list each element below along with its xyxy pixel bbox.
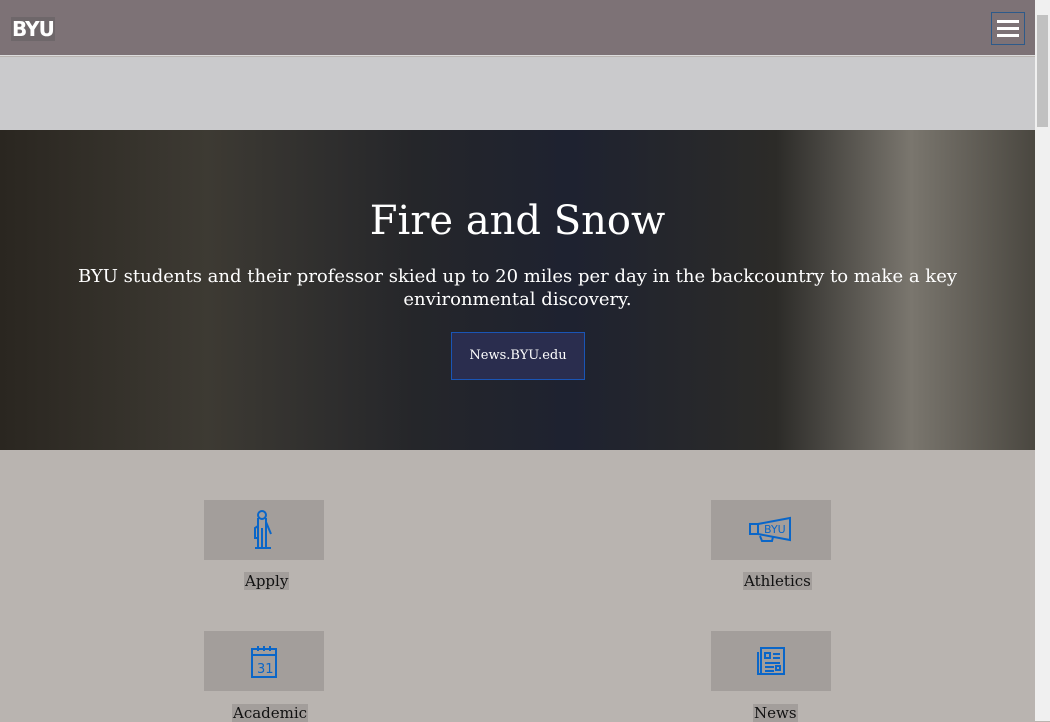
svg-text:31: 31 <box>257 662 274 677</box>
hamburger-menu-button[interactable] <box>991 12 1025 45</box>
svg-text:BYU: BYU <box>764 523 786 536</box>
graduate-icon <box>254 510 272 549</box>
athletics-label[interactable]: Athletics <box>743 572 812 590</box>
banner-placeholder <box>0 57 1035 130</box>
hero-subtitle: BYU students and their professor skied u… <box>77 266 958 310</box>
byu-logo[interactable]: BYU <box>11 17 55 41</box>
site-header: BYU <box>0 0 1035 56</box>
academic-tile[interactable]: 31 <box>204 631 324 691</box>
news-link-button[interactable]: News.BYU.edu <box>451 332 585 380</box>
athletics-tile[interactable]: BYU <box>711 500 831 560</box>
news-tile[interactable] <box>711 631 831 691</box>
calendar-icon: 31 <box>251 646 277 678</box>
hero-title: Fire and Snow <box>369 198 666 244</box>
academic-label[interactable]: Academic <box>232 704 309 722</box>
news-label[interactable]: News <box>753 704 798 722</box>
scrollbar[interactable] <box>1035 0 1050 721</box>
megaphone-icon: BYU <box>749 516 791 542</box>
newspaper-icon <box>757 647 785 675</box>
hero-section: Fire and Snow BYU students and their pro… <box>0 130 1035 450</box>
apply-tile[interactable] <box>204 500 324 560</box>
scrollbar-thumb[interactable] <box>1037 15 1048 127</box>
apply-label[interactable]: Apply <box>244 572 290 590</box>
